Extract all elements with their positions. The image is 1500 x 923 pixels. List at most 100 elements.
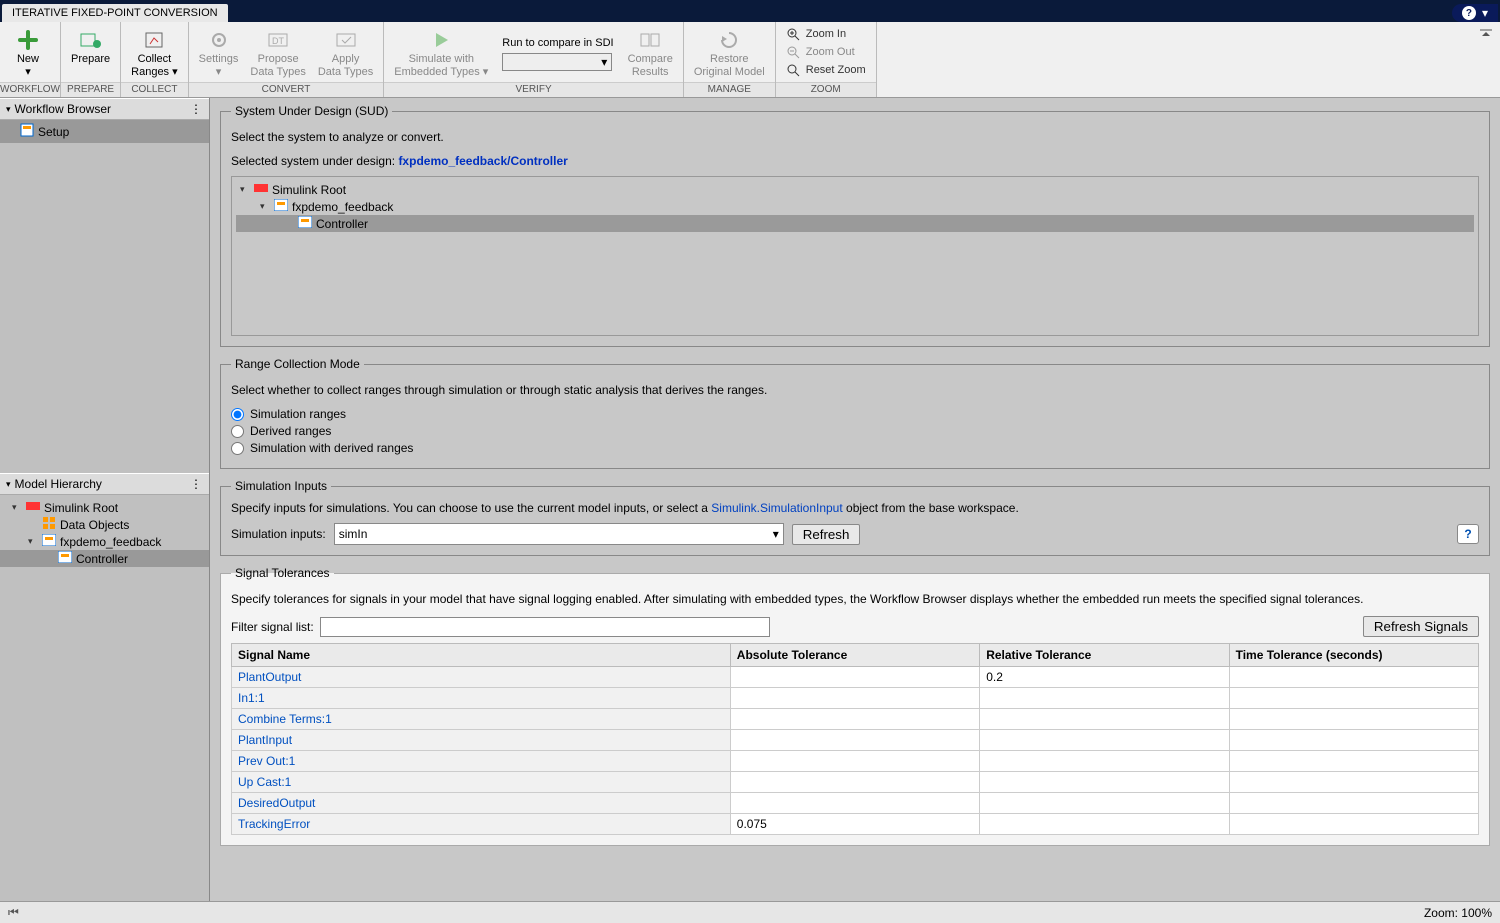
ribbon-toolbar: New▾ WORKFLOW Prepare PREPARE Collect Ra… <box>0 22 1500 98</box>
model-hierarchy-header[interactable]: ▾ Model Hierarchy ⋮ <box>0 473 209 495</box>
signal-name-cell[interactable]: TrackingError <box>232 814 731 835</box>
sim-input-type-link[interactable]: Simulink.SimulationInput <box>711 501 842 515</box>
abs-tol-cell[interactable] <box>730 772 979 793</box>
rel-tol-cell[interactable] <box>980 751 1229 772</box>
rel-tol-cell[interactable] <box>980 709 1229 730</box>
table-row[interactable]: PlantOutput 0.2 <box>232 667 1479 688</box>
abs-tol-cell[interactable] <box>730 709 979 730</box>
simulink-icon <box>254 182 268 197</box>
radio-sim-derived[interactable]: Simulation with derived ranges <box>231 441 1479 455</box>
sim-inputs-dropdown[interactable]: simIn ▾ <box>334 523 784 545</box>
table-row[interactable]: In1:1 <box>232 688 1479 709</box>
signal-name-cell[interactable]: PlantOutput <box>232 667 731 688</box>
abs-tol-cell[interactable] <box>730 751 979 772</box>
zoom-out-button[interactable]: Zoom Out <box>784 44 868 60</box>
time-tol-cell[interactable] <box>1229 814 1478 835</box>
col-rel-tol[interactable]: Relative Tolerance <box>980 644 1229 667</box>
time-tol-cell[interactable] <box>1229 667 1478 688</box>
run-sdi-dropdown[interactable]: ▾ <box>502 53 612 71</box>
compare-button[interactable]: Compare Results <box>622 25 679 82</box>
radio-sim-ranges[interactable]: Simulation ranges <box>231 407 1479 421</box>
sud-tree-model[interactable]: ▾ fxpdemo_feedback <box>236 198 1474 215</box>
subsystem-icon <box>298 216 312 231</box>
sim-inputs-legend: Simulation Inputs <box>231 479 331 493</box>
signal-name-cell[interactable]: DesiredOutput <box>232 793 731 814</box>
propose-button[interactable]: DT Propose Data Types <box>244 25 311 82</box>
tree-root[interactable]: ▾ Simulink Root <box>0 499 209 516</box>
sim-inputs-panel: Simulation Inputs Specify inputs for sim… <box>220 479 1490 556</box>
time-tol-cell[interactable] <box>1229 688 1478 709</box>
workflow-item-setup[interactable]: Setup <box>0 120 209 143</box>
help-button[interactable]: ? <box>1457 524 1479 544</box>
col-abs-tol[interactable]: Absolute Tolerance <box>730 644 979 667</box>
group-workflow-label: WORKFLOW <box>0 82 60 97</box>
sud-tree-controller[interactable]: Controller <box>236 215 1474 232</box>
time-tol-cell[interactable] <box>1229 730 1478 751</box>
help-button[interactable]: ? ▾ <box>1452 4 1498 22</box>
collect-ranges-button[interactable]: Collect Ranges ▾ <box>125 25 184 82</box>
col-time-tol[interactable]: Time Tolerance (seconds) <box>1229 644 1478 667</box>
rel-tol-cell[interactable] <box>980 793 1229 814</box>
sud-legend: System Under Design (SUD) <box>231 104 392 118</box>
abs-tol-cell[interactable] <box>730 667 979 688</box>
rel-tol-cell[interactable] <box>980 772 1229 793</box>
table-row[interactable]: DesiredOutput <box>232 793 1479 814</box>
abs-tol-cell[interactable]: 0.075 <box>730 814 979 835</box>
tree-controller[interactable]: Controller <box>0 550 209 567</box>
signal-name-cell[interactable]: In1:1 <box>232 688 731 709</box>
panel-menu-icon[interactable]: ⋮ <box>190 102 203 116</box>
signal-name-cell[interactable]: PlantInput <box>232 730 731 751</box>
tree-data-objects[interactable]: Data Objects <box>0 516 209 533</box>
refresh-button[interactable]: Refresh <box>792 524 861 545</box>
panel-menu-icon[interactable]: ⋮ <box>190 477 203 491</box>
collapse-ribbon-button[interactable] <box>1472 22 1500 97</box>
first-page-icon[interactable]: ⏮ <box>8 905 19 920</box>
chevron-down-icon: ▾ <box>773 527 779 541</box>
radio-derived-ranges[interactable]: Derived ranges <box>231 424 1479 438</box>
propose-icon: DT <box>267 27 289 53</box>
zoom-level[interactable]: Zoom: 100% <box>1424 906 1492 920</box>
time-tol-cell[interactable] <box>1229 751 1478 772</box>
time-tol-cell[interactable] <box>1229 793 1478 814</box>
rel-tol-cell[interactable] <box>980 814 1229 835</box>
sud-tree-root[interactable]: ▾ Simulink Root <box>236 181 1474 198</box>
abs-tol-cell[interactable] <box>730 793 979 814</box>
signal-name-cell[interactable]: Prev Out:1 <box>232 751 731 772</box>
statusbar: ⏮ Zoom: 100% <box>0 901 1500 923</box>
prepare-button[interactable]: Prepare <box>65 25 116 82</box>
rel-tol-cell[interactable] <box>980 730 1229 751</box>
table-row[interactable]: Combine Terms:1 <box>232 709 1479 730</box>
restore-button[interactable]: Restore Original Model <box>688 25 771 82</box>
refresh-signals-button[interactable]: Refresh Signals <box>1363 616 1479 637</box>
settings-button[interactable]: Settings▾ <box>193 25 245 82</box>
zoom-in-button[interactable]: Zoom In <box>784 26 868 42</box>
sud-link[interactable]: fxpdemo_feedback/Controller <box>398 154 567 168</box>
signal-table: Signal Name Absolute Tolerance Relative … <box>231 643 1479 835</box>
rel-tol-cell[interactable] <box>980 688 1229 709</box>
help-icon: ? <box>1462 6 1476 20</box>
simulate-button[interactable]: Simulate with Embedded Types ▾ <box>388 25 494 82</box>
workflow-browser-header[interactable]: ▾ Workflow Browser ⋮ <box>0 98 209 120</box>
rel-tol-cell[interactable]: 0.2 <box>980 667 1229 688</box>
table-row[interactable]: TrackingError0.075 <box>232 814 1479 835</box>
new-button[interactable]: New▾ <box>4 25 52 82</box>
table-row[interactable]: Up Cast:1 <box>232 772 1479 793</box>
app-tab[interactable]: ITERATIVE FIXED-POINT CONVERSION <box>2 4 228 22</box>
group-convert-label: CONVERT <box>189 82 384 97</box>
abs-tol-cell[interactable] <box>730 688 979 709</box>
col-signal-name[interactable]: Signal Name <box>232 644 731 667</box>
tree-model[interactable]: ▾ fxpdemo_feedback <box>0 533 209 550</box>
apply-button[interactable]: Apply Data Types <box>312 25 379 82</box>
table-row[interactable]: PlantInput <box>232 730 1479 751</box>
time-tol-cell[interactable] <box>1229 772 1478 793</box>
signal-name-cell[interactable]: Up Cast:1 <box>232 772 731 793</box>
sud-tree: ▾ Simulink Root ▾ fxpdemo_feedback Contr… <box>231 176 1479 336</box>
time-tol-cell[interactable] <box>1229 709 1478 730</box>
reset-zoom-button[interactable]: Reset Zoom <box>784 62 868 78</box>
abs-tol-cell[interactable] <box>730 730 979 751</box>
signal-name-cell[interactable]: Combine Terms:1 <box>232 709 731 730</box>
table-row[interactable]: Prev Out:1 <box>232 751 1479 772</box>
zoom-in-icon <box>786 27 800 41</box>
filter-input[interactable] <box>320 617 770 637</box>
sim-inputs-label: Simulation inputs: <box>231 527 326 541</box>
